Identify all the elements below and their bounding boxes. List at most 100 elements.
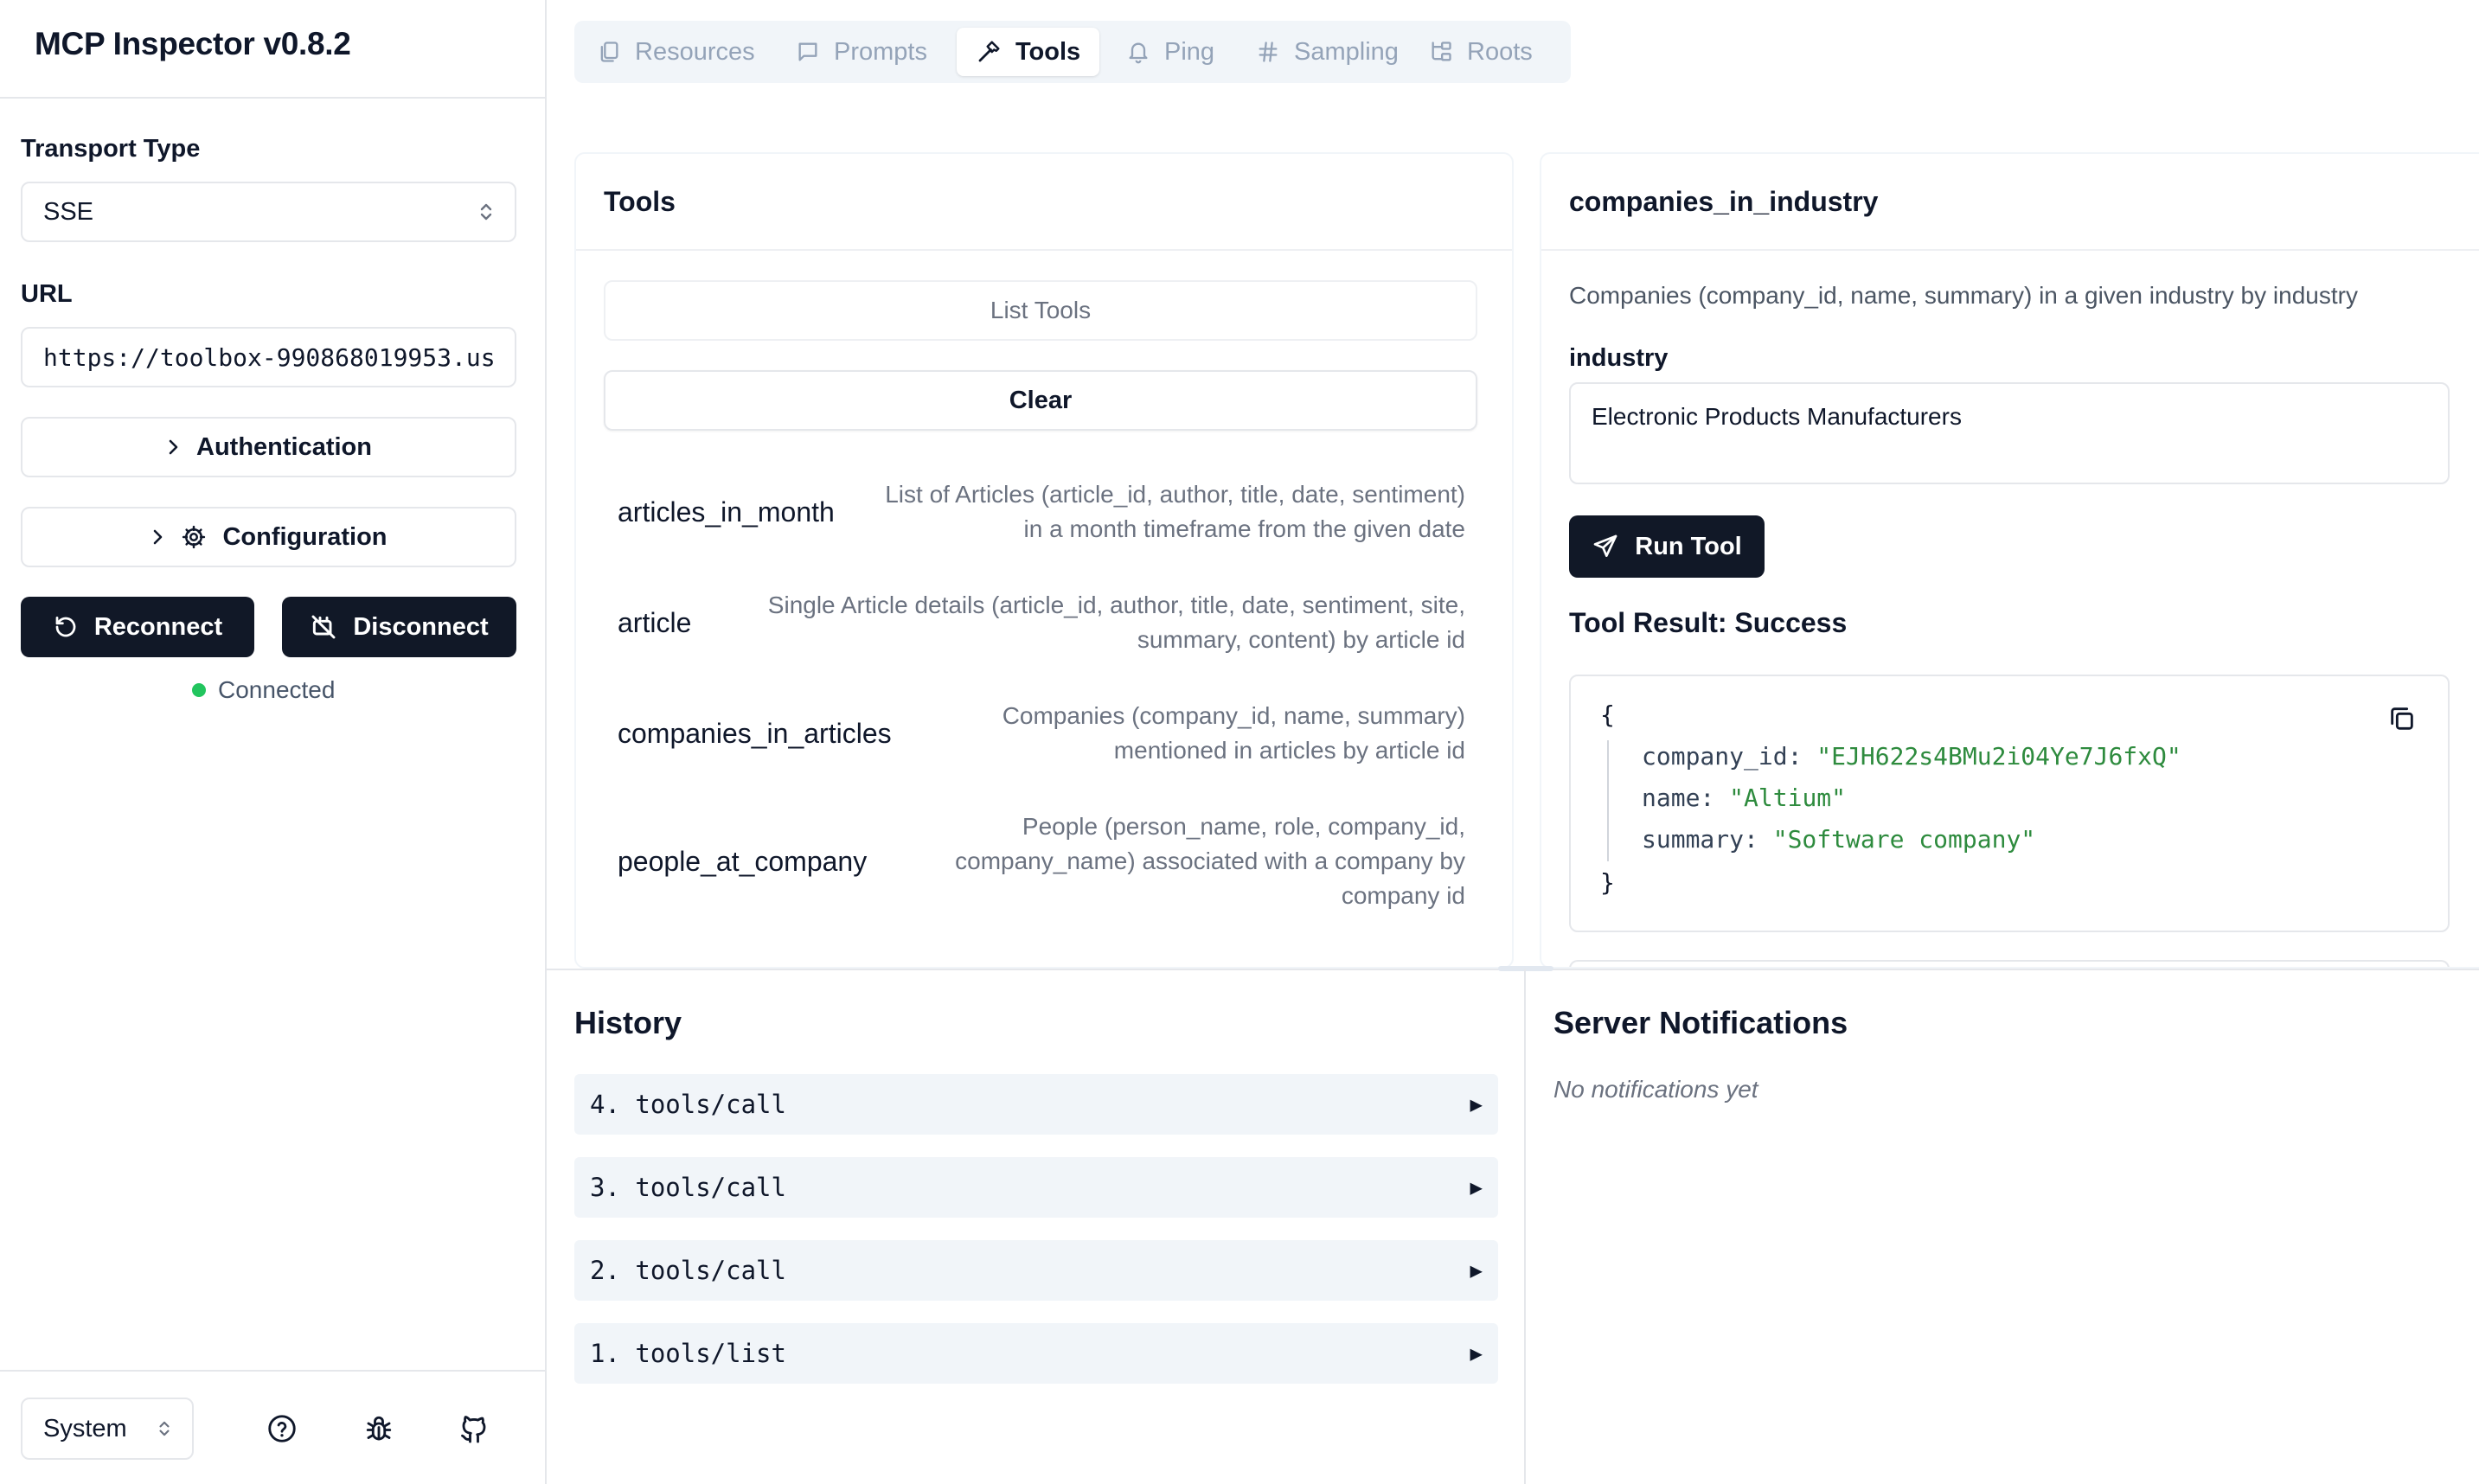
history-title: History [574, 1005, 682, 1040]
authentication-label: Authentication [196, 432, 372, 461]
tool-description-line: Companies (company_id, name, summary) [1002, 702, 1465, 729]
json-open-brace: { [1600, 700, 1615, 729]
reconnect-label: Reconnect [93, 612, 223, 641]
gear-icon [181, 524, 207, 550]
history-item[interactable]: 2. tools/call ▶ [574, 1240, 1498, 1301]
industry-input[interactable]: Electronic Products Manufacturers [1569, 382, 2450, 484]
json-field: name: "Altium" [1642, 784, 1846, 812]
expand-triangle-icon: ▶ [1470, 1175, 1483, 1199]
reconnect-button[interactable]: Reconnect [21, 597, 254, 657]
divider [0, 97, 545, 99]
tool-description-line: company_name) associated with a company … [955, 848, 1465, 874]
configuration-label: Configuration [222, 522, 388, 551]
tab-label: Ping [1164, 37, 1215, 66]
list-tools-button[interactable]: List Tools [604, 280, 1477, 341]
expand-triangle-icon: ▶ [1470, 1258, 1483, 1283]
tool-description: Companies (company_id, name, summary) in… [1569, 282, 2358, 309]
folder-tree-icon [1429, 40, 1453, 64]
theme-value: System [43, 1414, 127, 1442]
clear-button[interactable]: Clear [604, 370, 1477, 431]
tool-item-people-at-company[interactable]: people_at_company People (person_name, r… [618, 809, 1465, 913]
json-value: "Software company" [1772, 825, 2036, 854]
unplug-icon [310, 613, 337, 641]
tab-label: Tools [1015, 37, 1081, 66]
history-item-label: 4. tools/call [590, 1090, 786, 1119]
tab-resources[interactable]: Resources [578, 28, 774, 76]
tab-prompts[interactable]: Prompts [777, 28, 946, 76]
tab-bar: Resources Prompts Tools Ping Sampling Ro… [574, 21, 1571, 83]
help-circle-icon[interactable] [266, 1413, 298, 1444]
url-input[interactable]: https://toolbox-990868019953.us [21, 327, 516, 387]
bell-icon [1126, 40, 1150, 64]
chevron-up-down-icon [157, 1417, 171, 1440]
panel-divider[interactable] [1524, 969, 1526, 1484]
run-tool-label: Run Tool [1635, 532, 1742, 560]
tool-result-title: Tool Result: Success [1569, 607, 1848, 638]
tab-ping[interactable]: Ping [1107, 28, 1233, 76]
history-item[interactable]: 4. tools/call ▶ [574, 1074, 1498, 1135]
tab-label: Roots [1467, 37, 1533, 66]
authentication-button[interactable]: Authentication [21, 417, 516, 477]
json-field: company_id: "EJH622s4BMu2i04Ye7J6fxQ" [1642, 742, 2181, 771]
transport-type-label: Transport Type [21, 135, 201, 163]
disconnect-label: Disconnect [353, 612, 489, 641]
github-icon[interactable] [458, 1413, 490, 1444]
files-icon [597, 40, 621, 64]
sidebar: MCP Inspector v0.8.2 Transport Type SSE … [0, 0, 547, 1484]
tool-name: article [618, 606, 692, 638]
tab-label: Sampling [1294, 37, 1399, 66]
tool-description-line: Single Article details (article_id, auth… [767, 592, 1465, 618]
tab-label: Resources [635, 37, 755, 66]
bug-icon[interactable] [363, 1413, 394, 1444]
chevron-right-icon [150, 526, 165, 548]
tool-description-line: People (person_name, role, company_id, [1022, 813, 1465, 840]
tool-item-companies-in-articles[interactable]: companies_in_articles Companies (company… [618, 699, 1465, 768]
bottom-panel [547, 969, 2479, 1484]
disconnect-button[interactable]: Disconnect [282, 597, 516, 657]
tool-description: Single Article details (article_id, auth… [768, 588, 1465, 657]
copy-icon[interactable] [2387, 704, 2417, 733]
json-value: "EJH622s4BMu2i04Ye7J6fxQ" [1816, 742, 2181, 771]
json-key: summary: [1642, 825, 1758, 854]
json-key: name: [1642, 784, 1715, 812]
tool-item-article[interactable]: article Single Article details (article_… [618, 588, 1465, 657]
resize-handle[interactable] [1498, 966, 1553, 971]
transport-type-select[interactable]: SSE [21, 182, 516, 242]
run-tool-button[interactable]: Run Tool [1569, 515, 1765, 578]
tool-name: articles_in_month [618, 496, 835, 528]
tab-roots[interactable]: Roots [1410, 28, 1552, 76]
tool-description-line: List of Articles (article_id, author, ti… [885, 481, 1465, 508]
tab-tools[interactable]: Tools [957, 28, 1100, 76]
expand-triangle-icon: ▶ [1470, 1341, 1483, 1366]
history-item-label: 1. tools/list [590, 1339, 786, 1368]
history-item-label: 2. tools/call [590, 1256, 786, 1285]
theme-select[interactable]: System [21, 1398, 194, 1460]
json-field: summary: "Software company" [1642, 825, 2035, 854]
expand-triangle-icon: ▶ [1470, 1092, 1483, 1116]
tool-item-articles-in-month[interactable]: articles_in_month List of Articles (arti… [618, 477, 1465, 547]
history-item[interactable]: 3. tools/call ▶ [574, 1157, 1498, 1218]
json-value: "Altium" [1729, 784, 1847, 812]
tool-description: Companies (company_id, name, summary) me… [1002, 699, 1465, 768]
notifications-empty-text: No notifications yet [1553, 1076, 1758, 1103]
tools-card-title: Tools [576, 154, 1512, 251]
server-notifications-title: Server Notifications [1553, 1005, 1848, 1040]
connection-status: Connected [192, 676, 335, 704]
app-title: MCP Inspector v0.8.2 [35, 26, 351, 61]
tool-result-json: { company_id: "EJH622s4BMu2i04Ye7J6fxQ" … [1569, 675, 2450, 932]
tab-label: Prompts [834, 37, 927, 66]
tab-sampling[interactable]: Sampling [1237, 28, 1418, 76]
history-item[interactable]: 1. tools/list ▶ [574, 1323, 1498, 1384]
tool-detail-title: companies_in_industry [1541, 154, 2479, 251]
tool-description-line: mentioned in articles by article id [1113, 737, 1465, 764]
tool-detail-card: companies_in_industry Companies (company… [1540, 152, 2479, 969]
configuration-button[interactable]: Configuration [21, 507, 516, 567]
chevron-up-down-icon [478, 201, 494, 223]
tool-description: People (person_name, role, company_id, c… [955, 809, 1465, 913]
status-text: Connected [218, 676, 336, 703]
hash-icon [1256, 40, 1280, 64]
tool-description: List of Articles (article_id, author, ti… [885, 477, 1465, 547]
tool-description-line: summary, content) by article id [1137, 626, 1465, 653]
url-label: URL [21, 280, 73, 308]
tools-card: Tools List Tools Clear articles_in_month… [574, 152, 1514, 969]
